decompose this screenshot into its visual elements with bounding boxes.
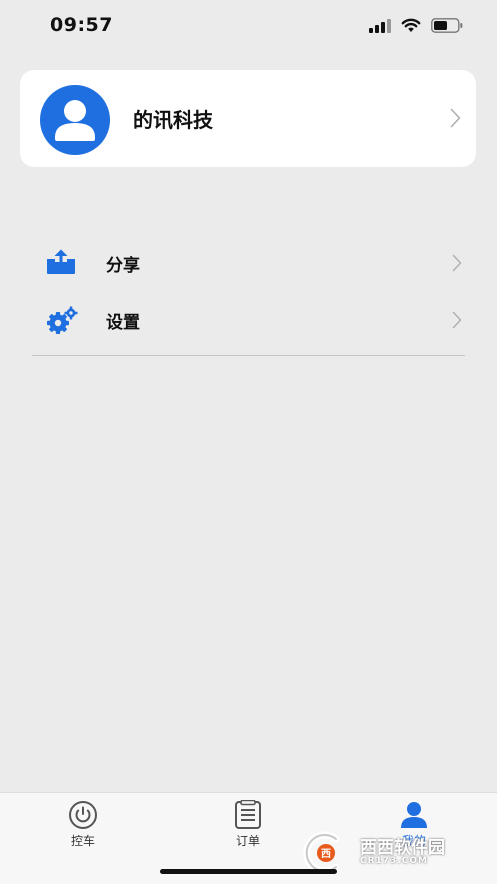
- profile-name: 的讯科技: [133, 108, 213, 132]
- tab-orders[interactable]: 订单: [188, 793, 308, 853]
- chevron-right-icon: [452, 311, 462, 333]
- battery-icon: [431, 18, 463, 33]
- menu-divider: [32, 355, 465, 356]
- share-upload-icon: [46, 249, 76, 279]
- home-indicator: [160, 869, 337, 874]
- menu-item-label: 分享: [106, 256, 140, 276]
- watermark-title: 西西软件园: [360, 837, 445, 858]
- tab-control[interactable]: 控车: [23, 793, 143, 853]
- user-avatar-icon: [40, 85, 110, 155]
- profile-card[interactable]: 的讯科技: [20, 70, 476, 167]
- tab-label: 订单: [235, 834, 260, 848]
- menu-item-label: 设置: [106, 313, 140, 333]
- chevron-right-icon: [452, 254, 462, 276]
- chevron-right-icon: [450, 108, 461, 132]
- svg-text:西: 西: [321, 848, 331, 860]
- wifi-icon: [401, 18, 421, 33]
- order-list-icon: [188, 800, 308, 830]
- tab-label: 控车: [70, 834, 95, 848]
- status-bar: 09:57: [0, 0, 497, 56]
- power-icon: [23, 800, 143, 830]
- watermark-subtitle: CR173.COM: [360, 856, 428, 867]
- status-time: 09:57: [50, 14, 113, 36]
- person-icon: [354, 800, 474, 830]
- cellular-signal-icon: [369, 18, 391, 33]
- menu-item-settings[interactable]: 设置: [32, 295, 464, 343]
- gears-settings-icon: [46, 306, 78, 338]
- status-icons: [369, 18, 463, 33]
- menu-item-share[interactable]: 分享: [32, 238, 464, 286]
